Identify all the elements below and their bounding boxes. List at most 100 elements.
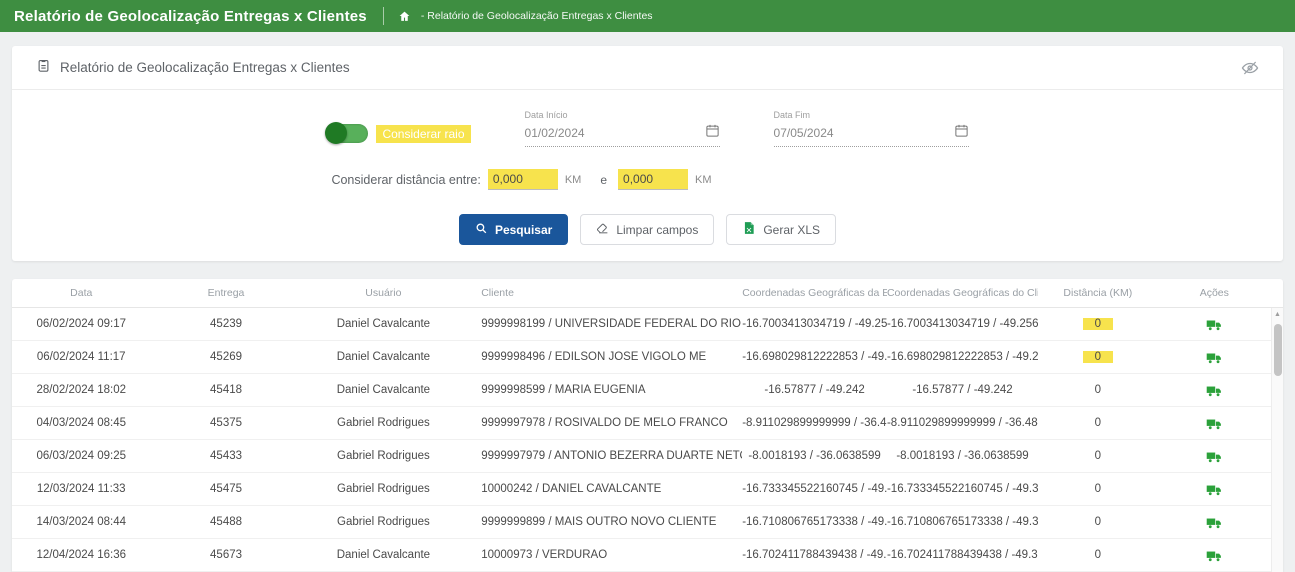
toggle-track[interactable] [326, 124, 368, 143]
cell-distance: 0 [1038, 483, 1158, 495]
cell-actions [1158, 542, 1271, 568]
cell-user: Gabriel Rodrigues [302, 516, 466, 528]
distance-between-label: Considerar distância entre: [331, 173, 480, 187]
consider-radius-toggle[interactable]: Considerar raio [326, 124, 470, 143]
cell-coords-client: -8.911029899999999 / -36.4846211 [887, 417, 1038, 429]
column-header: Entrega [150, 287, 301, 299]
clear-fields-button[interactable]: Limpar campos [580, 214, 714, 245]
cell-coords-client: -16.710806765173338 / -49.317788 [887, 516, 1038, 528]
column-header: Ações [1158, 287, 1271, 299]
cell-coords-client: -16.733345522160745 / -49.343476 [887, 483, 1038, 495]
delivery-truck-icon[interactable] [1206, 482, 1223, 499]
delivery-truck-icon[interactable] [1206, 449, 1223, 466]
table-row: 14/03/2024 08:4445488Gabriel Rodrigues99… [12, 506, 1283, 539]
table-scrollbar[interactable]: ▲ [1271, 308, 1283, 572]
delivery-truck-icon[interactable] [1206, 515, 1223, 532]
date-start-value[interactable]: 01/02/2024 [525, 126, 585, 140]
cell-actions [1158, 410, 1271, 436]
table-row: 12/03/2024 11:3345475Gabriel Rodrigues10… [12, 473, 1283, 506]
cell-coords-delivery: -16.698029812222853 / -49.2549 [742, 351, 887, 363]
cell-distance: 0 [1038, 351, 1158, 363]
search-button-label: Pesquisar [495, 223, 552, 237]
cell-client: 9999998199 / UNIVERSIDADE FEDERAL DO RIO… [465, 318, 742, 330]
cell-client: 9999997979 / ANTONIO BEZERRA DUARTE NETO [465, 450, 742, 462]
table-row: 06/02/2024 11:1745269Daniel Cavalcante99… [12, 341, 1283, 374]
generate-xls-button[interactable]: Gerar XLS [726, 214, 836, 245]
cell-coords-client: -8.0018193 / -36.0638599 [887, 450, 1038, 462]
cell-distance: 0 [1038, 516, 1158, 528]
breadcrumb: - Relatório de Geolocalização Entregas x… [421, 10, 653, 22]
cell-date: 12/04/2024 16:36 [12, 549, 150, 561]
table-row: 06/02/2024 09:1745239Daniel Cavalcante99… [12, 308, 1283, 341]
topbar: Relatório de Geolocalização Entregas x C… [0, 0, 1295, 32]
cell-user: Gabriel Rodrigues [302, 483, 466, 495]
cell-date: 04/03/2024 08:45 [12, 417, 150, 429]
column-header: Distância (KM) [1038, 287, 1158, 299]
distance-min-input[interactable] [488, 169, 558, 190]
card-title: Relatório de Geolocalização Entregas x C… [60, 60, 350, 75]
delivery-truck-icon[interactable] [1206, 317, 1223, 334]
date-start-field[interactable]: Data Início 01/02/2024 [525, 110, 720, 147]
cell-actions [1158, 344, 1271, 370]
home-icon[interactable] [398, 10, 411, 23]
cell-coords-client: -16.7003413034719 / -49.2562877 [887, 318, 1038, 330]
table-row: 04/03/2024 08:4545375Gabriel Rodrigues99… [12, 407, 1283, 440]
cell-user: Daniel Cavalcante [302, 384, 466, 396]
delivery-truck-icon[interactable] [1206, 383, 1223, 400]
cell-delivery: 45418 [150, 384, 301, 396]
cell-client: 9999997978 / ROSIVALDO DE MELO FRANCO [465, 417, 742, 429]
cell-coords-delivery: -8.911029899999999 / -36.48462 [742, 417, 887, 429]
topbar-divider [383, 7, 384, 25]
distance-max-unit: KM [695, 174, 712, 186]
calendar-icon[interactable] [954, 123, 969, 143]
column-header: Data [12, 287, 150, 299]
distance-max-input[interactable] [618, 169, 688, 190]
card-title-row: Relatório de Geolocalização Entregas x C… [12, 46, 1283, 90]
hide-filters-icon[interactable] [1241, 59, 1259, 77]
cell-delivery: 45375 [150, 417, 301, 429]
toggle-knob[interactable] [325, 122, 347, 144]
cell-date: 28/02/2024 18:02 [12, 384, 150, 396]
cell-distance: 0 [1038, 384, 1158, 396]
date-start-label: Data Início [525, 110, 720, 120]
delivery-truck-icon[interactable] [1206, 350, 1223, 367]
scroll-up-icon[interactable]: ▲ [1272, 308, 1283, 318]
consider-radius-label: Considerar raio [376, 125, 470, 143]
filters-section: Considerar raio Data Início 01/02/2024 D… [12, 90, 1283, 261]
cell-actions [1158, 509, 1271, 535]
delivery-truck-icon[interactable] [1206, 548, 1223, 565]
table-row: 12/04/2024 16:3645673Daniel Cavalcante10… [12, 539, 1283, 572]
cell-delivery: 45433 [150, 450, 301, 462]
column-header: Coordenadas Geográficas do Cliente [887, 287, 1038, 299]
search-icon [475, 222, 488, 238]
cell-date: 06/02/2024 09:17 [12, 318, 150, 330]
table-body: 06/02/2024 09:1745239Daniel Cavalcante99… [12, 308, 1283, 572]
delivery-truck-icon[interactable] [1206, 416, 1223, 433]
cell-actions [1158, 476, 1271, 502]
cell-user: Daniel Cavalcante [302, 549, 466, 561]
search-button[interactable]: Pesquisar [459, 214, 568, 245]
clipboard-icon [36, 58, 51, 78]
cell-delivery: 45239 [150, 318, 301, 330]
cell-coords-client: -16.702411788439438 / -49.302181 [887, 549, 1038, 561]
cell-distance: 0 [1038, 318, 1158, 330]
cell-actions [1158, 311, 1271, 337]
cell-user: Gabriel Rodrigues [302, 417, 466, 429]
calendar-icon[interactable] [705, 123, 720, 143]
column-header: Coordenadas Geográficas da Entreg [742, 287, 887, 299]
clear-fields-label: Limpar campos [616, 223, 698, 237]
filter-card: Relatório de Geolocalização Entregas x C… [12, 46, 1283, 261]
cell-user: Daniel Cavalcante [302, 351, 466, 363]
date-end-field[interactable]: Data Fim 07/05/2024 [774, 110, 969, 147]
generate-xls-label: Gerar XLS [763, 223, 820, 237]
date-end-value[interactable]: 07/05/2024 [774, 126, 834, 140]
cell-delivery: 45673 [150, 549, 301, 561]
cell-client: 9999998599 / MARIA EUGENIA [465, 384, 742, 396]
table-row: 06/03/2024 09:2545433Gabriel Rodrigues99… [12, 440, 1283, 473]
cell-coords-delivery: -16.733345522160745 / -49.3434 [742, 483, 887, 495]
cell-client: 9999999899 / MAIS OUTRO NOVO CLIENTE [465, 516, 742, 528]
scrollbar-thumb[interactable] [1274, 324, 1282, 376]
cell-coords-delivery: -16.57877 / -49.242 [742, 384, 887, 396]
cell-user: Daniel Cavalcante [302, 318, 466, 330]
eraser-icon [596, 222, 609, 238]
